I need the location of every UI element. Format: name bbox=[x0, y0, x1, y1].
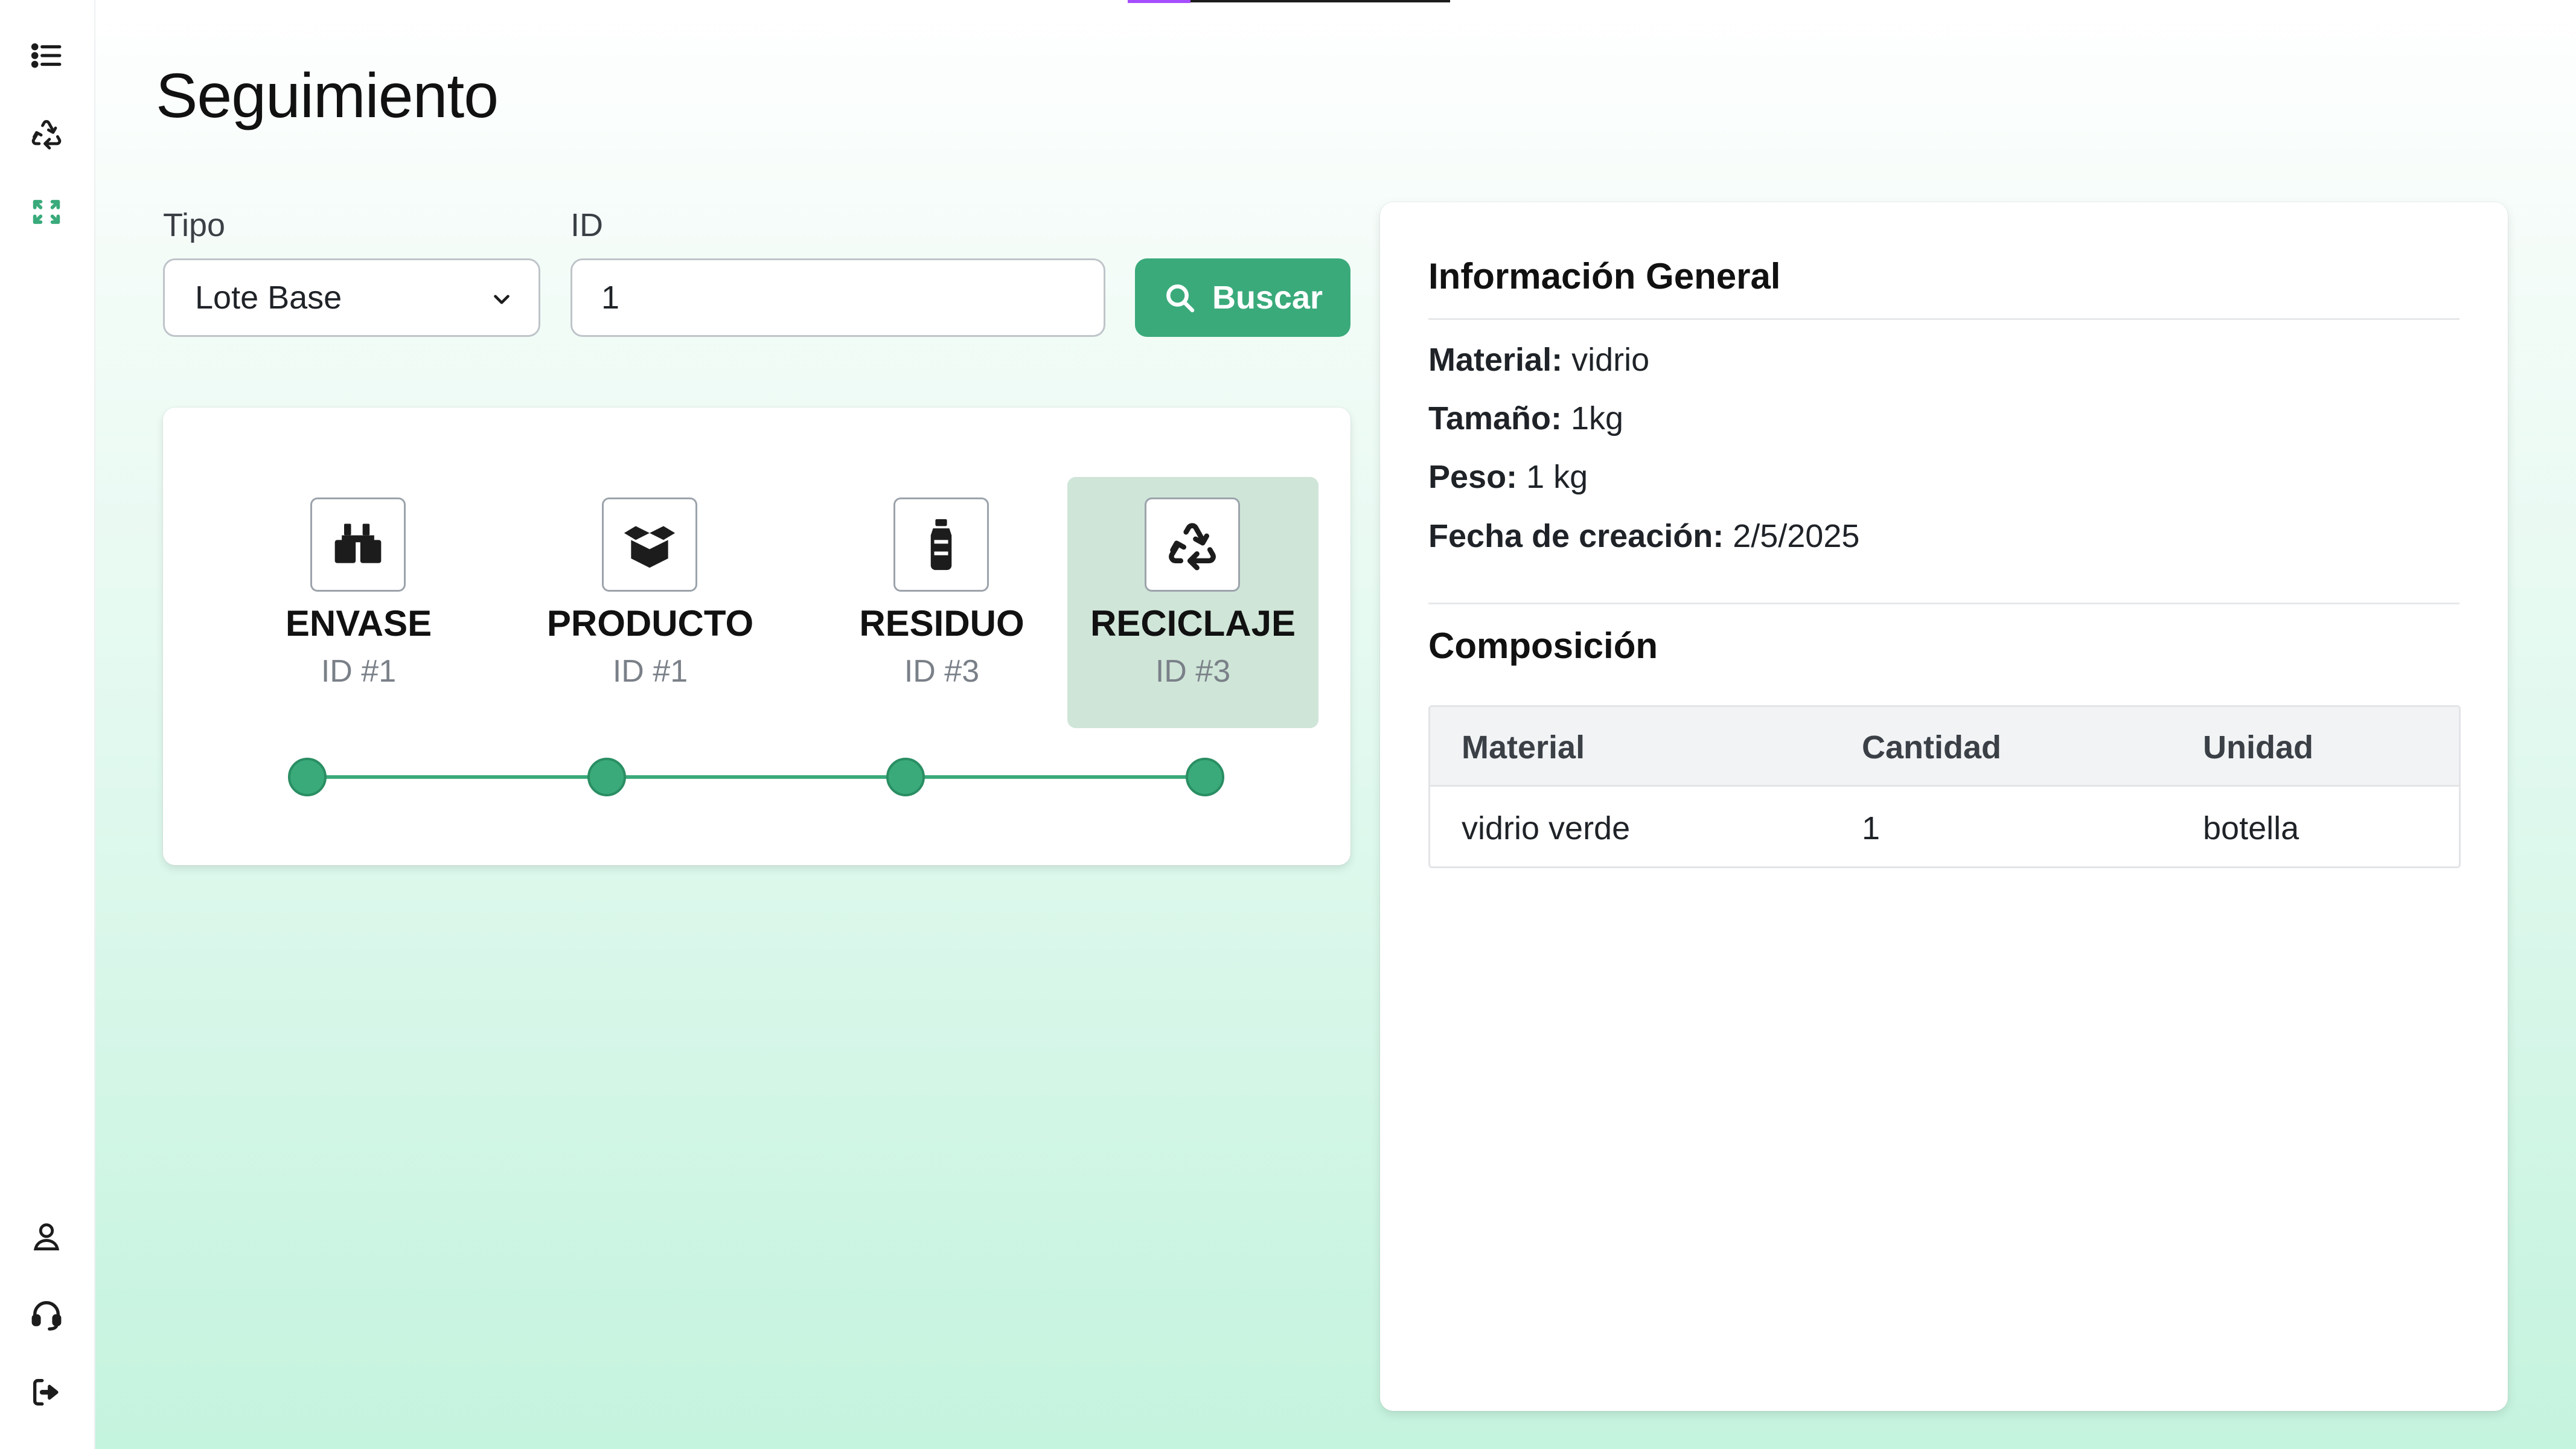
bottle-icon bbox=[930, 519, 952, 571]
chevron-down-icon bbox=[494, 295, 510, 304]
top-accent-highlight bbox=[1128, 0, 1191, 3]
stage-reciclaje[interactable]: RECICLAJE ID #3 bbox=[1067, 477, 1318, 728]
table-header-quantity: Cantidad bbox=[1862, 729, 2002, 766]
composition-table: Material Cantidad Unidad vidrio verde 1 … bbox=[1428, 705, 2461, 868]
stage-name: ENVASE bbox=[285, 603, 432, 644]
page-title: Seguimiento bbox=[156, 61, 499, 131]
stage-producto[interactable]: PRODUCTO ID #1 bbox=[525, 477, 776, 728]
stage-name: PRODUCTO bbox=[546, 603, 754, 644]
divider bbox=[1428, 603, 2459, 604]
id-label: ID bbox=[570, 207, 603, 243]
timeline-dot-residuo[interactable] bbox=[886, 758, 925, 796]
table-cell-quantity: 1 bbox=[1862, 810, 1881, 846]
info-row-material: Material: vidrio bbox=[1428, 341, 1649, 379]
stage-icon-box bbox=[1145, 497, 1240, 592]
stage-name: RECICLAJE bbox=[1090, 603, 1296, 644]
search-icon bbox=[1166, 284, 1195, 313]
composition-title: Composición bbox=[1428, 625, 1658, 666]
general-info-title: Información General bbox=[1428, 256, 1781, 296]
tipo-select[interactable]: Lote Base bbox=[163, 258, 540, 337]
tipo-select-value: Lote Base bbox=[195, 280, 342, 316]
stage-id: ID #3 bbox=[904, 654, 980, 689]
table-cell-unit: botella bbox=[2203, 810, 2300, 846]
timeline-line bbox=[308, 775, 1204, 779]
stage-name: RESIDUO bbox=[859, 603, 1024, 644]
stage-envase[interactable]: ENVASE ID #1 bbox=[233, 477, 484, 728]
stage-icon-box bbox=[310, 497, 406, 592]
table-header-unit: Unidad bbox=[2203, 729, 2313, 766]
list-icon[interactable] bbox=[26, 35, 67, 76]
stage-icon-box bbox=[893, 497, 989, 592]
timeline-card: ENVASE ID #1 PRODUCTO ID #1 RESIDUO ID #… bbox=[163, 408, 1350, 865]
user-icon[interactable] bbox=[26, 1216, 67, 1257]
info-row-created: Fecha de creación: 2/5/2025 bbox=[1428, 517, 1859, 555]
info-row-weight: Peso: 1 kg bbox=[1428, 458, 1588, 496]
timeline-dot-envase[interactable] bbox=[288, 758, 327, 796]
sidebar bbox=[0, 0, 95, 1449]
recycle-icon bbox=[1169, 523, 1216, 571]
recycle-active-icon[interactable] bbox=[26, 191, 67, 232]
stage-id: ID #1 bbox=[321, 654, 397, 689]
info-value: 1kg bbox=[1562, 400, 1624, 437]
table-cell-material: vidrio verde bbox=[1462, 810, 1631, 846]
boxes-icon bbox=[334, 523, 382, 563]
stage-residuo[interactable]: RESIDUO ID #3 bbox=[816, 477, 1067, 728]
info-key: Tamaño: bbox=[1428, 400, 1562, 437]
search-button-label: Buscar bbox=[1212, 280, 1323, 316]
info-key: Material: bbox=[1428, 342, 1563, 378]
stage-id: ID #1 bbox=[612, 654, 688, 689]
timeline-dot-reciclaje[interactable] bbox=[1186, 758, 1224, 796]
table-header-material: Material bbox=[1462, 729, 1585, 766]
recycle-icon[interactable] bbox=[26, 113, 67, 154]
info-panel: Información General Material: vidrio Tam… bbox=[1380, 202, 2508, 1411]
id-input[interactable] bbox=[570, 258, 1105, 337]
open-box-icon bbox=[624, 526, 676, 568]
info-value: 1 kg bbox=[1517, 459, 1588, 495]
logout-icon[interactable] bbox=[26, 1372, 67, 1413]
info-row-size: Tamaño: 1kg bbox=[1428, 400, 1623, 437]
timeline-dot-producto[interactable] bbox=[587, 758, 626, 796]
search-button[interactable]: Buscar bbox=[1135, 258, 1350, 337]
divider bbox=[1428, 318, 2459, 320]
info-key: Peso: bbox=[1428, 459, 1518, 495]
info-key: Fecha de creación: bbox=[1428, 518, 1724, 554]
info-value: 2/5/2025 bbox=[1724, 518, 1860, 554]
stage-id: ID #3 bbox=[1155, 654, 1231, 689]
stage-icon-box bbox=[602, 497, 697, 592]
tipo-label: Tipo bbox=[163, 207, 226, 243]
info-value: vidrio bbox=[1562, 342, 1650, 378]
headset-icon[interactable] bbox=[26, 1294, 67, 1335]
